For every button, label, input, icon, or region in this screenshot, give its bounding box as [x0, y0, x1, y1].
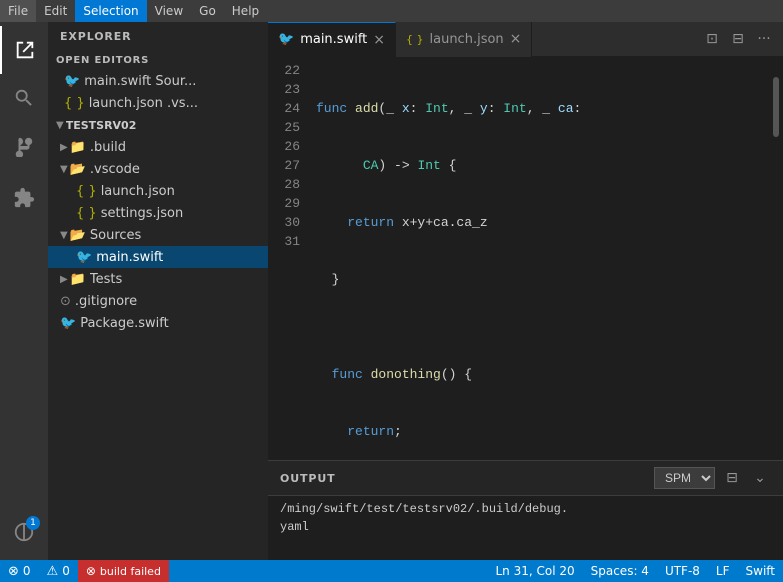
- editor-area: 🐦 main.swift × { } launch.json × ⊡ ⊟ ···…: [268, 22, 783, 560]
- folder-build[interactable]: ▶ 📁 .build: [48, 136, 268, 158]
- language-label: Swift: [746, 564, 775, 578]
- spaces-label: Spaces: 4: [591, 564, 649, 578]
- tab-launch-json-close[interactable]: ×: [510, 32, 522, 46]
- json-file-icon-2: { }: [76, 184, 97, 199]
- output-channel-select[interactable]: SPM: [654, 467, 715, 489]
- tab-actions: ⊡ ⊟ ···: [701, 28, 783, 50]
- output-line-2: yaml: [280, 518, 771, 536]
- activity-source-control[interactable]: [0, 122, 48, 170]
- testsrv02-chevron: ▼: [56, 120, 64, 131]
- status-errors[interactable]: ⊗ 0: [0, 560, 39, 582]
- output-selector: SPM ⊟ ⌄: [654, 467, 771, 489]
- open-editor-main-swift[interactable]: 🐦 main.swift Sour...: [48, 70, 268, 92]
- tab-swift-icon: 🐦: [278, 32, 294, 47]
- status-eol[interactable]: LF: [708, 560, 738, 582]
- scrollbar-thumb: [773, 77, 779, 137]
- tab-main-swift-label: main.swift: [300, 32, 367, 47]
- git-file-icon: ⊙: [60, 294, 71, 309]
- file-launch-json[interactable]: { } launch.json: [48, 180, 268, 202]
- status-warnings[interactable]: ⚠ 0: [39, 560, 78, 582]
- folder-sources[interactable]: ▼ 📂 Sources: [48, 224, 268, 246]
- swift-file-icon-2: 🐦: [76, 250, 92, 265]
- activity-explorer[interactable]: [0, 26, 48, 74]
- error-icon: ⊗: [8, 564, 19, 579]
- file-main-swift[interactable]: 🐦 main.swift: [48, 246, 268, 268]
- activity-bar: 1: [0, 22, 48, 560]
- output-content: /ming/swift/test/testsrv02/.build/debug.…: [268, 496, 783, 560]
- status-right: Ln 31, Col 20 Spaces: 4 UTF-8 LF Swift: [487, 560, 783, 582]
- sidebar: EXPLORER OPEN EDITORS 🐦 main.swift Sour.…: [48, 22, 268, 560]
- tab-main-swift[interactable]: 🐦 main.swift ×: [268, 22, 396, 57]
- line-numbers: 22 23 24 25 26 27 28 29 30 31: [268, 57, 308, 460]
- tab-launch-json[interactable]: { } launch.json ×: [396, 22, 532, 57]
- swift-file-icon-3: 🐦: [60, 316, 76, 331]
- activity-search[interactable]: [0, 74, 48, 122]
- folder-tests[interactable]: ▶ 📁 Tests: [48, 268, 268, 290]
- open-editor-launch-json[interactable]: { } launch.json .vs...: [48, 92, 268, 114]
- split-editor-button[interactable]: ⊡: [701, 28, 723, 50]
- scrollbar[interactable]: [769, 57, 783, 460]
- layout-button[interactable]: ⊟: [727, 28, 749, 50]
- json-file-icon-3: { }: [76, 206, 97, 221]
- explorer-title: EXPLORER: [48, 22, 268, 47]
- menu-view[interactable]: View: [147, 0, 191, 22]
- status-bar: ⊗ 0 ⚠ 0 ⊗ build failed Ln 31, Col 20 Spa…: [0, 560, 783, 582]
- folder-tests-icon: 📁: [70, 272, 86, 287]
- menu-edit[interactable]: Edit: [36, 0, 75, 22]
- activity-remote[interactable]: 1: [0, 508, 48, 556]
- menu-help[interactable]: Help: [224, 0, 267, 22]
- menubar: File Edit Selection View Go Help: [0, 0, 783, 22]
- tab-main-swift-close[interactable]: ×: [373, 33, 385, 47]
- more-actions-button[interactable]: ···: [753, 28, 775, 50]
- folder-build-icon: 📁: [70, 140, 86, 155]
- main-area: 1 EXPLORER OPEN EDITORS 🐦 main.swift Sou…: [0, 22, 783, 560]
- output-panel: OUTPUT SPM ⊟ ⌄ /ming/swift/test/testsrv0…: [268, 460, 783, 560]
- tab-json-icon: { }: [406, 33, 424, 46]
- folder-vscode[interactable]: ▼ 📂 .vscode: [48, 158, 268, 180]
- swift-file-icon: 🐦: [64, 74, 80, 89]
- output-header: OUTPUT SPM ⊟ ⌄: [268, 461, 783, 496]
- error-count: 0: [23, 564, 31, 578]
- status-spaces[interactable]: Spaces: 4: [583, 560, 657, 582]
- json-file-icon-1: { }: [64, 96, 85, 111]
- menu-file[interactable]: File: [0, 0, 36, 22]
- encoding-label: UTF-8: [665, 564, 700, 578]
- file-gitignore[interactable]: ⊙ .gitignore: [48, 290, 268, 312]
- tab-launch-json-label: launch.json: [430, 32, 504, 47]
- output-clear-button[interactable]: ⊟: [721, 467, 743, 489]
- sources-chevron: ▼: [60, 230, 68, 241]
- output-title: OUTPUT: [280, 472, 336, 485]
- menu-selection[interactable]: Selection: [75, 0, 146, 22]
- vscode-chevron: ▼: [60, 164, 68, 175]
- build-fail-icon: ⊗: [86, 564, 96, 578]
- status-encoding[interactable]: UTF-8: [657, 560, 708, 582]
- file-package-swift[interactable]: 🐦 Package.swift: [48, 312, 268, 334]
- status-left: ⊗ 0 ⚠ 0 ⊗ build failed: [0, 560, 169, 582]
- eol-label: LF: [716, 564, 730, 578]
- status-build-failed[interactable]: ⊗ build failed: [78, 560, 169, 582]
- remote-badge: 1: [26, 516, 40, 530]
- tests-chevron: ▶: [60, 274, 68, 285]
- testsrv02-root[interactable]: ▼ TESTSRV02: [48, 114, 268, 136]
- position-label: Ln 31, Col 20: [495, 564, 574, 578]
- output-toggle-button[interactable]: ⌄: [749, 467, 771, 489]
- output-line-1: /ming/swift/test/testsrv02/.build/debug.: [280, 500, 771, 518]
- code-content: func add(_ x: Int, _ y: Int, _ ca: CA) -…: [308, 57, 769, 460]
- menu-go[interactable]: Go: [191, 0, 224, 22]
- activity-extensions[interactable]: [0, 174, 48, 222]
- build-chevron: ▶: [60, 142, 68, 153]
- folder-sources-icon: 📂: [70, 228, 86, 243]
- code-editor[interactable]: 22 23 24 25 26 27 28 29 30 31 func add(_…: [268, 57, 783, 460]
- build-fail-label: build failed: [100, 565, 161, 578]
- warning-icon: ⚠: [47, 564, 59, 579]
- folder-vscode-icon: 📂: [70, 162, 86, 177]
- open-editors-title: OPEN EDITORS: [48, 47, 268, 70]
- status-language[interactable]: Swift: [738, 560, 783, 582]
- tab-bar: 🐦 main.swift × { } launch.json × ⊡ ⊟ ···: [268, 22, 783, 57]
- file-settings-json[interactable]: { } settings.json: [48, 202, 268, 224]
- status-position[interactable]: Ln 31, Col 20: [487, 560, 582, 582]
- warning-count: 0: [62, 564, 70, 578]
